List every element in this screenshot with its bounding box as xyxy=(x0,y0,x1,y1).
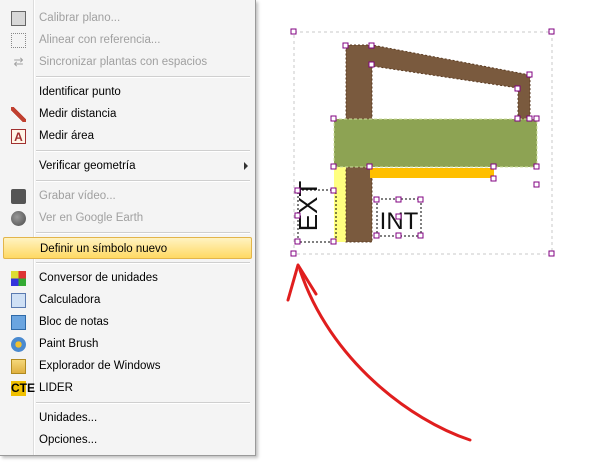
area-icon: A xyxy=(11,129,26,144)
menu-item-explorador-windows[interactable]: Explorador de Windows xyxy=(3,355,252,377)
handle[interactable] xyxy=(514,115,521,122)
menu-item-calculadora[interactable]: Calculadora xyxy=(3,289,252,311)
handle[interactable] xyxy=(330,163,337,170)
handle[interactable] xyxy=(548,28,555,35)
handle[interactable] xyxy=(373,196,380,203)
menu-item-definir-simbolo[interactable]: Definir un símbolo nuevo xyxy=(3,237,252,259)
align-icon xyxy=(11,33,26,48)
int-label: INT xyxy=(380,208,419,235)
handle[interactable] xyxy=(514,85,521,92)
folder-icon xyxy=(11,359,26,374)
menu-item-alinear-referencia[interactable]: Alinear con referencia... xyxy=(3,29,252,51)
menu-item-google-earth[interactable]: Ver en Google Earth xyxy=(3,207,252,229)
handle[interactable] xyxy=(368,61,375,68)
handle[interactable] xyxy=(417,196,424,203)
handle[interactable] xyxy=(294,238,301,245)
menu-item-opciones[interactable]: Opciones... xyxy=(3,429,252,451)
handle[interactable] xyxy=(395,196,402,203)
handle[interactable] xyxy=(395,213,402,220)
menu-item-medir-area[interactable]: A Medir área xyxy=(3,125,252,147)
handle[interactable] xyxy=(290,28,297,35)
handle[interactable] xyxy=(294,212,301,219)
green-band[interactable] xyxy=(333,118,538,168)
calculator-icon xyxy=(11,293,26,308)
orange-bar[interactable] xyxy=(370,168,494,178)
calibrate-icon xyxy=(11,11,26,26)
menu-separator xyxy=(36,76,250,78)
handle[interactable] xyxy=(533,163,540,170)
handle[interactable] xyxy=(368,42,375,49)
handle[interactable] xyxy=(490,175,497,182)
menu-item-verificar-geometria[interactable]: Verificar geometría xyxy=(3,155,252,177)
menu-separator xyxy=(36,232,250,234)
menu-item-bloc-notas[interactable]: Bloc de notas xyxy=(3,311,252,333)
unit-converter-icon xyxy=(11,271,26,286)
handle[interactable] xyxy=(526,115,533,122)
globe-icon xyxy=(11,211,26,226)
cte-icon: CTE xyxy=(11,381,35,396)
handle[interactable] xyxy=(330,187,337,194)
menu-item-identificar-punto[interactable]: Identificar punto xyxy=(3,81,252,103)
menu-item-calibrar-plano[interactable]: Calibrar plano... xyxy=(3,7,252,29)
menu-item-unidades[interactable]: Unidades... xyxy=(3,407,252,429)
paint-icon xyxy=(11,337,26,352)
menu-item-grabar-video[interactable]: Grabar vídeo... xyxy=(3,185,252,207)
camera-icon xyxy=(11,189,26,204)
handle[interactable] xyxy=(548,250,555,257)
menu-item-medir-distancia[interactable]: Medir distancia xyxy=(3,103,252,125)
notepad-icon xyxy=(11,315,26,330)
handle[interactable] xyxy=(533,115,540,122)
handle[interactable] xyxy=(490,163,497,170)
handle[interactable] xyxy=(294,187,301,194)
handle[interactable] xyxy=(330,115,337,122)
handle[interactable] xyxy=(526,71,533,78)
handle[interactable] xyxy=(417,232,424,239)
handle[interactable] xyxy=(330,238,337,245)
menu-item-sincronizar-plantas[interactable]: ⇄ Sincronizar plantas con espacios xyxy=(3,51,252,73)
menu-item-paint-brush[interactable]: Paint Brush xyxy=(3,333,252,355)
tools-context-menu: Calibrar plano... Alinear con referencia… xyxy=(0,0,256,456)
annotation-arrow xyxy=(286,263,472,442)
menu-separator xyxy=(36,150,250,152)
menu-item-conversor-unidades[interactable]: Conversor de unidades xyxy=(3,267,252,289)
handle[interactable] xyxy=(395,232,402,239)
menu-separator xyxy=(36,180,250,182)
handle[interactable] xyxy=(342,42,349,49)
menu-separator xyxy=(36,262,250,264)
handle[interactable] xyxy=(373,232,380,239)
submenu-arrow-icon xyxy=(244,162,248,170)
ruler-icon xyxy=(11,107,26,122)
menu-item-lider[interactable]: CTE LIDER xyxy=(3,377,252,399)
handle[interactable] xyxy=(290,250,297,257)
handle[interactable] xyxy=(366,163,373,170)
handle[interactable] xyxy=(533,181,540,188)
menu-separator xyxy=(36,402,250,404)
drawing-canvas[interactable]: EXT INT xyxy=(256,0,595,470)
sync-icon: ⇄ xyxy=(13,55,24,69)
